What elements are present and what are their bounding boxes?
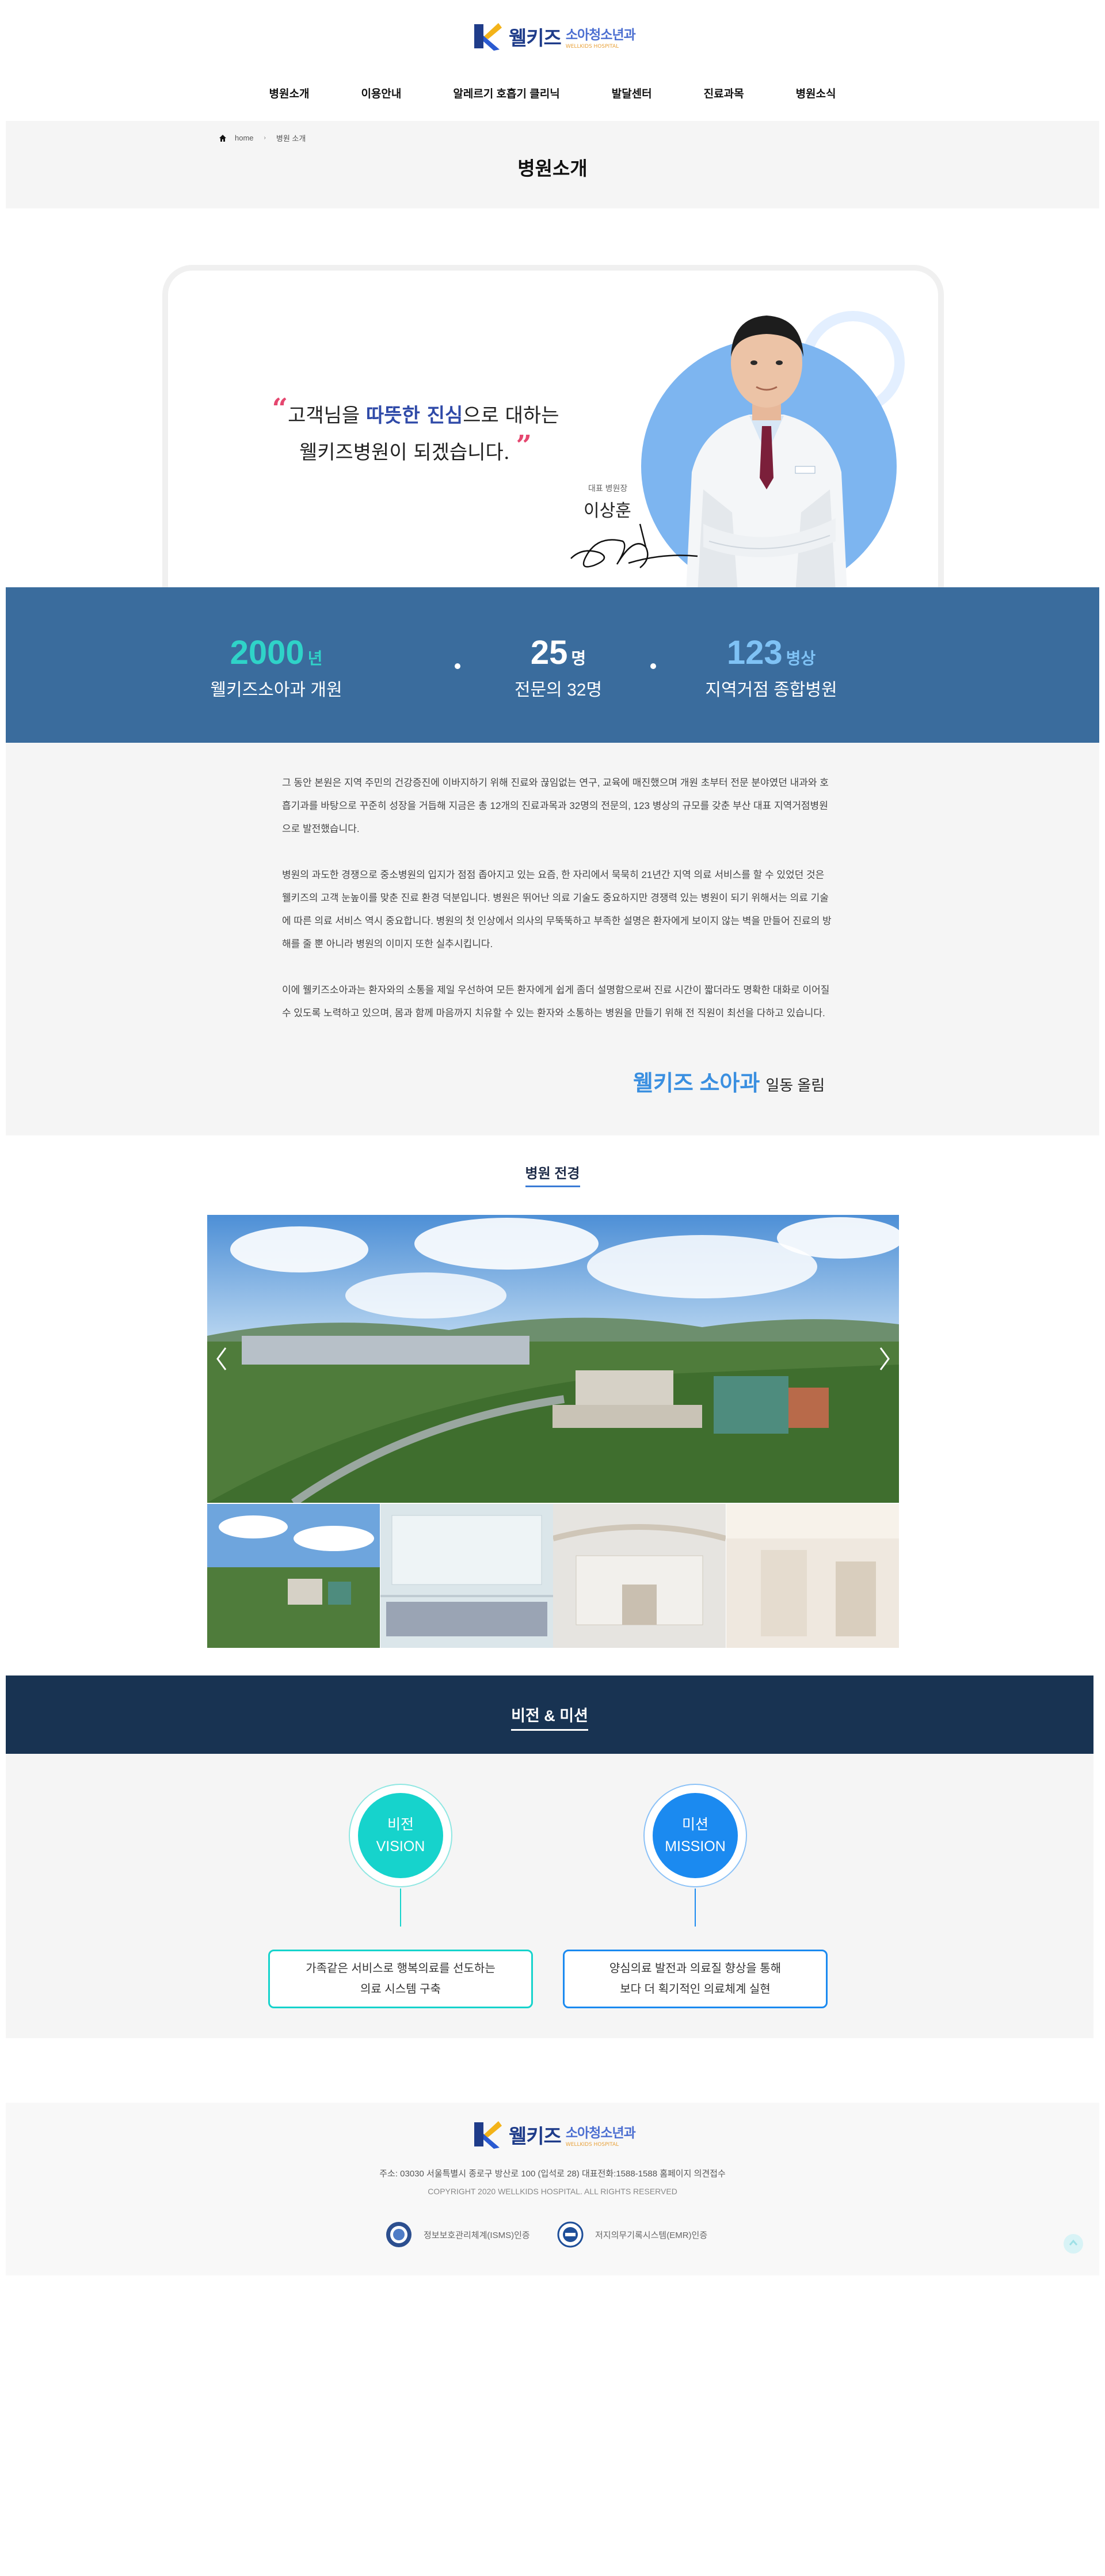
stat-beds-number: 123 <box>726 634 783 671</box>
logo-brand: 웰키즈 <box>509 26 562 50</box>
logo-tagline: WELLKIDS HOSPITAL <box>565 43 619 50</box>
gallery-thumbnail[interactable] <box>726 1504 900 1648</box>
vision-text-2: 의료 시스템 구축 <box>360 1983 441 1996</box>
open-quote-icon: “ <box>272 393 288 425</box>
mission-text-1: 양심의료 발전과 의료질 향상을 통해 <box>609 1962 782 1975</box>
close-quote-icon: ” <box>516 430 532 462</box>
vision-box: 가족같은 서비스로 행복의료를 선도하는 의료 시스템 구축 <box>268 1950 533 2008</box>
footer: 웰키즈 소아청소년과 WELLKIDS HOSPITAL 주소: 03030 서… <box>6 2103 1099 2275</box>
gallery-main-photo <box>207 1215 899 1503</box>
mission-text-2: 보다 더 획기적인 의료체계 실현 <box>620 1983 771 1996</box>
gallery-thumbnail[interactable] <box>380 1504 554 1648</box>
footer-copyright: COPYRIGHT 2020 WELLKIDS HOSPITAL. ALL RI… <box>428 2187 677 2196</box>
vision-mission-title: 비전 & 미션 <box>511 1703 588 1731</box>
stats-band: 2000 년 웰키즈소아과 개원 25 명 전문의 32명 123 병상 지역거점 종… <box>6 587 1099 743</box>
vision-mission-body: 비전 VISION 가족같은 서비스로 행복의료를 선도하는 의료 시스템 구축… <box>6 1754 1093 2038</box>
stat-divider-dot <box>650 663 656 669</box>
greeting-card: “고객님을 따뜻한 진심으로 대하는 웰키즈병원이 되겠습니다. ” 대표 병원… <box>162 265 944 587</box>
mission-en: MISSION <box>665 1838 726 1855</box>
closing-tail: 일동 올림 <box>765 1077 825 1094</box>
greeting-line1-post: 으로 대하는 <box>463 404 559 427</box>
intro-closing: 웰키즈 소아과 일동 올림 <box>633 1065 825 1097</box>
nav-item-development-center[interactable]: 발달센터 <box>586 85 678 101</box>
breadcrumb-home[interactable]: home <box>235 134 254 142</box>
mission-box: 양심의료 발전과 의료질 향상을 통해 보다 더 획기적인 의료체계 실현 <box>563 1950 828 2008</box>
cert-isms: 정보보호관리체계(ISMS)인증 <box>386 2221 530 2248</box>
stat-opened: 2000 년 웰키즈소아과 개원 <box>173 633 380 701</box>
page-header: home › 병원 소개 병원소개 <box>6 121 1099 208</box>
stat-beds-unit: 병상 <box>786 649 816 667</box>
gallery-thumbnail[interactable] <box>207 1504 380 1648</box>
footer-logo-brand: 웰키즈 <box>509 2125 562 2148</box>
cert-isms-label: 정보보호관리체계(ISMS)인증 <box>424 2230 530 2240</box>
greeting-line1-pre: 고객님을 <box>288 404 367 427</box>
footer-logo[interactable]: 웰키즈 소아청소년과 WELLKIDS HOSPITAL <box>471 2114 638 2155</box>
vision-circle: 비전 VISION <box>358 1793 443 1878</box>
stat-doctors-unit: 명 <box>571 649 586 667</box>
home-icon[interactable] <box>219 134 227 142</box>
footer-logo-sub-title: 소아청소년과 <box>565 2125 636 2141</box>
mission-circle: 미션 MISSION <box>653 1793 738 1878</box>
logo-sub: 소아청소년과 WELLKIDS HOSPITAL <box>565 24 636 50</box>
stat-beds: 123 병상 지역거점 종합병원 <box>668 633 875 701</box>
breadcrumb-separator-icon: › <box>264 135 266 141</box>
gallery-title-text: 병원 전경 <box>525 1162 580 1187</box>
isms-badge-icon <box>386 2222 411 2247</box>
vision-connector <box>400 1889 401 1927</box>
gallery-thumbnail[interactable] <box>553 1504 726 1648</box>
arrow-up-icon <box>1069 2239 1078 2246</box>
vision-text-1: 가족같은 서비스로 행복의료를 선도하는 <box>306 1962 496 1975</box>
signature-image <box>570 523 698 568</box>
vision-en: VISION <box>376 1838 425 1855</box>
gallery-thumbnails <box>207 1504 899 1648</box>
closing-brand: 웰키즈 소아과 <box>633 1072 760 1096</box>
breadcrumb-current: 병원 소개 <box>276 134 306 143</box>
footer-address: 주소: 03030 서울특별시 종로구 방산로 100 (입석로 28) 대표전… <box>379 2169 726 2179</box>
mission-connector <box>695 1889 696 1927</box>
nav-item-about[interactable]: 병원소개 <box>243 85 336 101</box>
emr-badge-icon <box>557 2221 584 2248</box>
site-logo[interactable]: 웰키즈 소아청소년과 WELLKIDS HOSPITAL <box>471 16 638 56</box>
mission-ko: 미션 <box>681 1817 708 1833</box>
stat-doctors-label: 전문의 32명 <box>514 681 603 700</box>
nav-item-departments[interactable]: 진료과목 <box>678 85 770 101</box>
doctor-role: 대표 병원장 <box>588 484 628 493</box>
intro-paragraph-2: 병원의 과도한 경쟁으로 중소병원의 입지가 점점 좁아지고 있는 요즘, 한 … <box>282 869 832 949</box>
gallery-prev-arrow-icon[interactable] <box>213 1344 230 1373</box>
vision-ko: 비전 <box>387 1817 414 1833</box>
main-nav: 병원소개 이용안내 알레르기 호흡기 클리닉 발달센터 진료과목 병원소식 <box>0 85 1105 101</box>
nav-item-news[interactable]: 병원소식 <box>770 85 862 101</box>
greeting-line2: 웰키즈병원이 되겠습니다. <box>299 441 510 464</box>
intro-paragraph-3: 이에 웰키즈소아과는 환자와의 소통을 제일 우선하여 모든 환자에게 쉽게 좀… <box>282 985 830 1019</box>
footer-logo-tagline: WELLKIDS HOSPITAL <box>565 2141 619 2148</box>
stat-opened-number: 2000 <box>230 634 304 671</box>
intro-paragraph-1: 그 동안 본원은 지역 주민의 건강증진에 이바지하기 위해 진료와 끊임없는 … <box>282 777 829 834</box>
stat-beds-label: 지역거점 종합병원 <box>705 681 837 700</box>
nav-item-guide[interactable]: 이용안내 <box>335 85 427 101</box>
stat-opened-label: 웰키즈소아과 개원 <box>210 681 342 700</box>
scroll-top-button[interactable] <box>1064 2234 1083 2254</box>
gallery-title: 병원 전경 <box>0 1162 1105 1187</box>
nav-item-allergy-clinic[interactable]: 알레르기 호흡기 클리닉 <box>427 85 585 101</box>
footer-logo-sub: 소아청소년과 WELLKIDS HOSPITAL <box>565 2122 636 2148</box>
greeting-highlight: 따뜻한 진심 <box>366 404 463 427</box>
logo-mark-icon <box>471 2118 504 2151</box>
vision-mission-header: 비전 & 미션 <box>6 1675 1093 1754</box>
stat-opened-unit: 년 <box>307 649 323 667</box>
stat-doctors: 25 명 전문의 32명 <box>455 633 662 701</box>
intro-section: 그 동안 본원은 지역 주민의 건강증진에 이바지하기 위해 진료와 끊임없는 … <box>6 743 1099 1135</box>
gallery-next-arrow-icon[interactable] <box>876 1344 893 1373</box>
cert-emr: 저지의무기록시스템(EMR)인증 <box>557 2221 707 2248</box>
greeting-quote: “고객님을 따뜻한 진심으로 대하는 웰키즈병원이 되겠습니다. ” <box>237 395 594 471</box>
cert-emr-label: 저지의무기록시스템(EMR)인증 <box>595 2230 708 2240</box>
page-title: 병원소개 <box>517 158 588 179</box>
breadcrumb: home › 병원 소개 <box>219 132 306 143</box>
stat-doctors-number: 25 <box>530 634 568 671</box>
mission-ring: 미션 MISSION <box>643 1784 747 1887</box>
vision-ring: 비전 VISION <box>349 1784 452 1887</box>
logo-sub-title: 소아청소년과 <box>565 27 636 43</box>
logo-mark-icon <box>471 20 504 53</box>
